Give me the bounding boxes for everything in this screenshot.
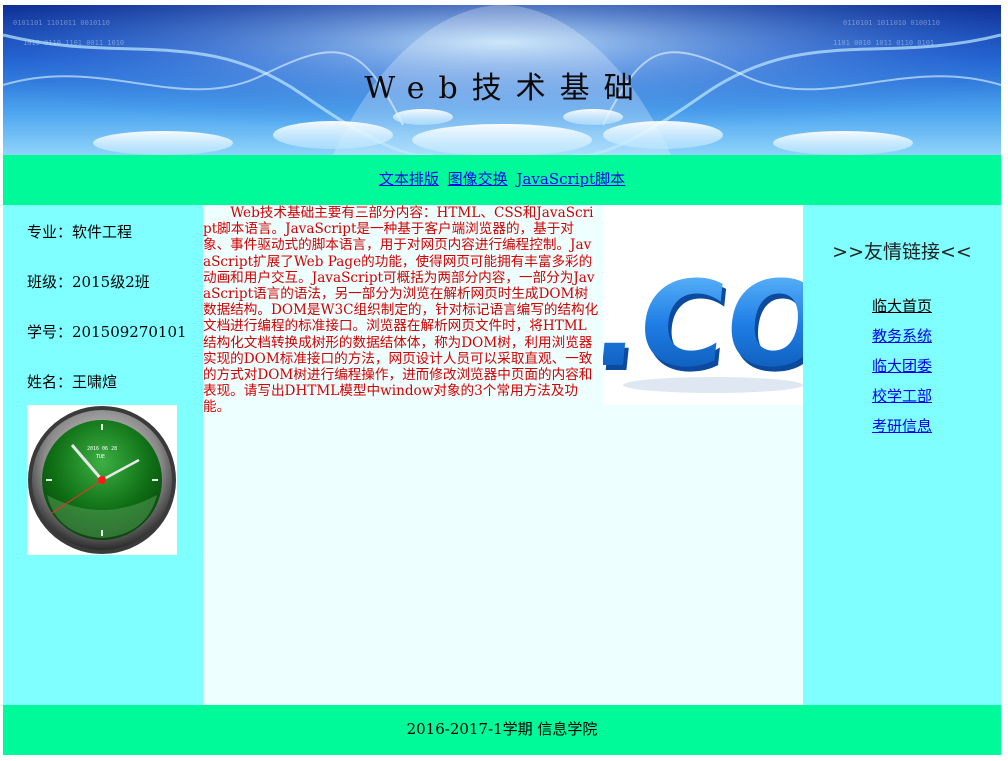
nav-link-text-layout[interactable]: 文本排版 bbox=[379, 170, 439, 188]
footer-text: 2016-2017-1学期 信息学院 bbox=[406, 720, 598, 738]
svg-text:1010 0110 1101 0011 1010: 1010 0110 1101 0011 1010 bbox=[23, 39, 124, 47]
class-row: 班级：2015级2班 bbox=[27, 271, 150, 292]
friend-links: 临大首页 教务系统 临大团委 校学工部 考研信息 bbox=[803, 295, 1001, 445]
footer: 2016-2017-1学期 信息学院 bbox=[3, 705, 1001, 755]
svg-text:2016 06 28: 2016 06 28 bbox=[87, 446, 117, 452]
dotcom-text: .COM bbox=[603, 255, 803, 393]
link-youth-league[interactable]: 临大团委 bbox=[803, 355, 1001, 385]
right-sidebar: >>友情链接<< 临大首页 教务系统 临大团委 校学工部 考研信息 bbox=[803, 205, 1001, 705]
page: 0101101 1101011 0010110 1010 0110 1101 0… bbox=[3, 5, 1001, 755]
student-id-row: 学号：201509270101 bbox=[27, 321, 187, 342]
analog-clock-icon: 2016 06 28 TUE bbox=[27, 405, 177, 555]
major-value: 软件工程 bbox=[72, 223, 133, 241]
svg-text:TUE: TUE bbox=[96, 454, 105, 460]
svg-text:0101101 1101011 0010110: 0101101 1101011 0010110 bbox=[13, 19, 110, 27]
svg-text:0110101 1011010 0100110: 0110101 1011010 0100110 bbox=[843, 19, 940, 27]
dotcom-image: .COM .COM bbox=[587, 205, 954, 405]
major-row: 专业：软件工程 bbox=[27, 221, 132, 242]
student-id-label: 学号： bbox=[27, 323, 73, 341]
top-nav: 文本排版 图像交换 JavaScript脚本 bbox=[3, 155, 1001, 205]
main-content: .COM .COM Web技术基础主要有三部分内容：HTML、CSS和JavaS… bbox=[203, 205, 954, 705]
link-student-affairs[interactable]: 校学工部 bbox=[803, 385, 1001, 415]
class-label: 班级： bbox=[27, 273, 73, 291]
class-value: 2015级2班 bbox=[72, 273, 150, 291]
nav-link-image-swap[interactable]: 图像交换 bbox=[448, 170, 508, 188]
student-id-value: 201509270101 bbox=[72, 323, 187, 341]
page-title: Web技术基础 bbox=[364, 71, 648, 106]
svg-text:1101 0010 1011 0110 0101: 1101 0010 1011 0110 0101 bbox=[833, 39, 934, 47]
link-linyi-home[interactable]: 临大首页 bbox=[803, 295, 1001, 325]
nav-link-javascript[interactable]: JavaScript脚本 bbox=[516, 170, 625, 188]
name-label: 姓名： bbox=[27, 373, 73, 391]
link-academic-system[interactable]: 教务系统 bbox=[803, 325, 1001, 355]
major-label: 专业： bbox=[27, 223, 73, 241]
name-row: 姓名：王啸煊 bbox=[27, 371, 117, 392]
left-sidebar: 专业：软件工程 班级：2015级2班 学号：201509270101 姓名：王啸… bbox=[3, 205, 203, 705]
header-banner: 0101101 1101011 0010110 1010 0110 1101 0… bbox=[3, 5, 1001, 155]
name-value: 王啸煊 bbox=[72, 373, 118, 391]
links-title: >>友情链接<< bbox=[832, 241, 972, 263]
link-postgrad-info[interactable]: 考研信息 bbox=[803, 415, 1001, 445]
